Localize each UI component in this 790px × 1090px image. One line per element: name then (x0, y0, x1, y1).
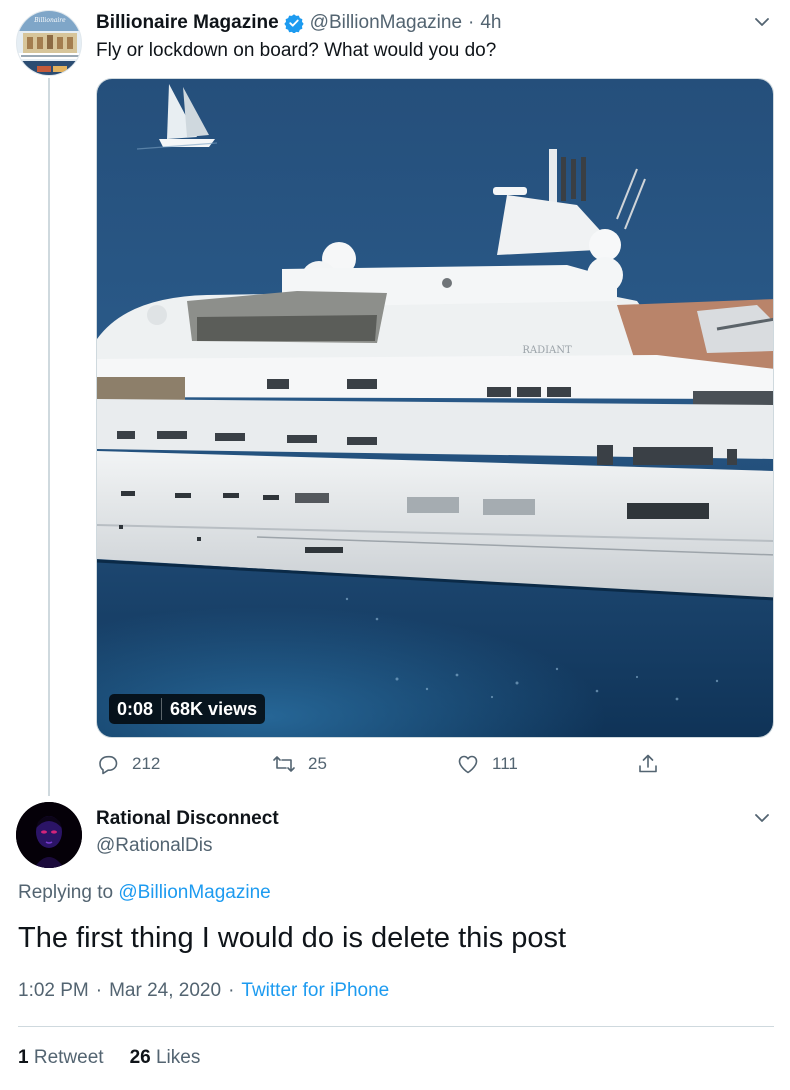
likes-stat[interactable]: 26 Likes (130, 1047, 201, 1069)
retweet-icon (273, 756, 295, 772)
reply-date[interactable]: Mar 24, 2020 (109, 980, 221, 1002)
tweet-timestamp[interactable]: 4h (480, 12, 501, 34)
author-avatar[interactable]: Billionaire (16, 10, 82, 76)
stats-divider (18, 1026, 774, 1027)
yacht-video-frame: RADIANT (97, 79, 773, 737)
svg-text:Billionaire: Billionaire (33, 17, 66, 24)
retweets-stat[interactable]: 1 Retweet (18, 1047, 104, 1069)
thread-connector-line (48, 78, 50, 796)
tweet-text: Fly or lockdown on board? What would you… (96, 40, 497, 61)
tweet-thread: Billionaire Billionaire Magazine @Billio… (0, 0, 790, 1090)
like-count: 111 (492, 754, 518, 773)
author-name[interactable]: Billionaire Magazine (96, 12, 279, 34)
reply-chevron-down-icon[interactable] (752, 808, 772, 828)
like-button[interactable]: 111 (456, 750, 518, 778)
reply-text: The first thing I would do is delete thi… (18, 922, 567, 954)
retweet-button[interactable]: 25 (272, 750, 327, 778)
retweet-stat-label: Retweet (33, 1047, 104, 1068)
video-duration: 0:08 (117, 698, 154, 719)
tweet-header: Billionaire Magazine @BillionMagazine · … (96, 10, 502, 36)
tweet-action-bar: 212 25 111 (96, 750, 696, 778)
reply-stats: 1 Retweet 26 Likes (18, 1047, 200, 1069)
verified-badge-icon (283, 13, 304, 34)
reply-author-handle[interactable]: @RationalDis (96, 835, 212, 857)
meta-separator: · (228, 980, 235, 1001)
like-stat-label: Likes (155, 1047, 201, 1068)
replying-to-mention[interactable]: @BillionMagazine (118, 882, 270, 903)
reply-icon (99, 755, 118, 775)
reply-count: 212 (132, 754, 161, 773)
reply-time[interactable]: 1:02 PM (18, 980, 89, 1002)
retweet-stat-count: 1 (18, 1047, 29, 1068)
badge-divider (161, 698, 163, 720)
share-button[interactable] (636, 750, 660, 778)
author-handle[interactable]: @BillionMagazine (310, 12, 462, 34)
replying-prefix: Replying to (18, 882, 114, 903)
reply-source[interactable]: Twitter for iPhone (241, 980, 389, 1002)
reply-author-name[interactable]: Rational Disconnect (96, 808, 279, 830)
header-separator: · (468, 12, 475, 33)
replying-to-line: Replying to @BillionMagazine (18, 882, 271, 904)
reply-author-avatar[interactable] (16, 802, 82, 868)
video-player[interactable]: RADIANT 0:08 68K views (96, 78, 774, 738)
meta-separator: · (95, 980, 103, 1001)
reply-metadata: 1:02 PM · Mar 24, 2020 · Twitter for iPh… (18, 980, 389, 1002)
heart-icon (458, 755, 478, 774)
share-icon (639, 754, 657, 773)
video-views: 68K views (170, 698, 258, 719)
reply-button[interactable]: 212 (96, 750, 160, 778)
chevron-down-icon[interactable] (752, 12, 772, 32)
retweet-count: 25 (308, 754, 327, 773)
video-info-badge: 0:08 68K views (109, 694, 266, 724)
yacht-hull-name: RADIANT (522, 345, 572, 356)
like-stat-count: 26 (129, 1047, 151, 1068)
